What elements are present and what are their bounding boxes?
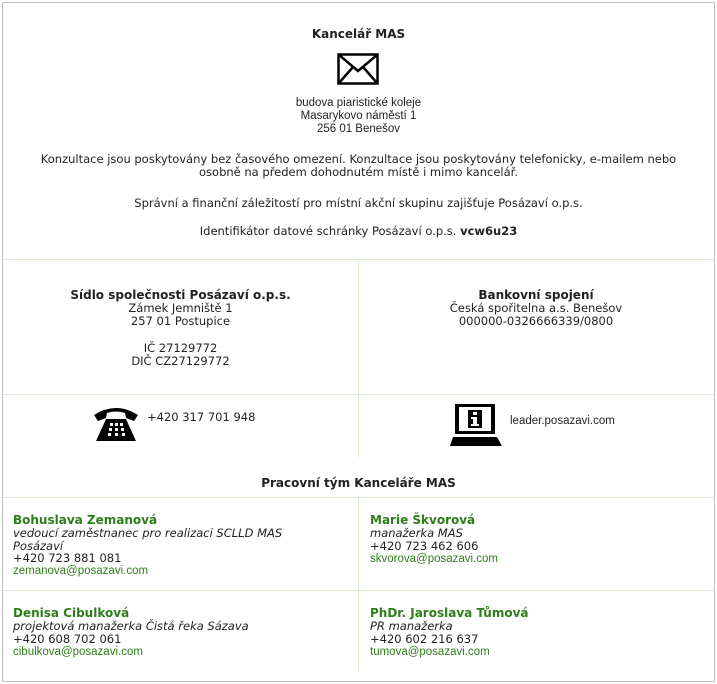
member-role: projektová manažerka Čistá řeka Sázava [13,619,249,633]
office-address: budova piaristické koleje Masarykovo nám… [0,97,717,136]
team-member: Bohuslava Zemanová vedoucí zaměstnanec p… [13,513,282,578]
member-name: PhDr. Jaroslava Tůmová [370,606,529,620]
member-role: PR manažerka [370,619,453,633]
divider [358,395,359,457]
member-email-link[interactable]: cibulkova@posazavi.com [13,646,249,659]
member-email-link[interactable]: skvorova@posazavi.com [370,553,498,566]
divider [358,498,359,589]
team-member: Denisa Cibulková projektová manažerka Či… [13,606,249,659]
telephone-icon [92,403,140,443]
seat-title: Sídlo společnosti Posázaví o.p.s. [70,288,291,302]
team-title: Pracovní tým Kanceláře MAS [261,476,456,490]
member-role: vedoucí zaměstnanec pro realizaci SCLLD … [13,526,283,540]
data-box-label: Identifikátor datové schránky Posázaví o… [199,224,457,238]
divider [358,591,359,671]
team-member: Marie Škvorová manažerka MAS +420 723 46… [370,513,498,566]
member-name: Bohuslava Zemanová [13,513,158,527]
admin-note: Správní a finanční záležitostí pro místn… [134,196,583,210]
seat-city: 257 01 Postupice [130,314,231,328]
member-email-link[interactable]: tumova@posazavi.com [370,646,529,659]
member-email-link[interactable]: zemanova@posazavi.com [13,565,282,578]
seat-dic: DIČ CZ27129772 [131,354,230,368]
data-box-line: Identifikátor datové schránky Posázaví o… [0,225,717,238]
member-phone: +420 608 702 061 [13,631,122,646]
info-computer-icon [449,403,503,447]
website-link[interactable]: leader.posazavi.com [510,414,615,428]
member-phone: +420 723 881 081 [13,551,122,565]
consultation-note: Konzultace jsou poskytovány bez časového… [0,153,717,179]
office-phone: +420 317 701 948 [147,410,256,424]
bank-account: 000000-0326666339/0800 [458,314,614,328]
bank-section: Bankovní spojení Česká spořitelna a.s. B… [359,288,713,328]
envelope-icon [337,53,379,85]
address-line: Masarykovo náměstí 1 [300,110,417,122]
member-name: Denisa Cibulková [13,606,130,620]
address-line: budova piaristické koleje [295,97,422,109]
seat-section: Sídlo společnosti Posázaví o.p.s. Zámek … [3,288,358,368]
member-role: manažerka MAS [370,526,463,540]
data-box-id: vcw6u23 [460,224,518,238]
address-line: 256 01 Benešov [316,123,401,135]
member-phone: +420 723 462 606 [370,538,479,553]
member-phone: +420 602 216 637 [370,631,479,646]
bank-title: Bankovní spojení [478,288,594,302]
office-title: Kancelář MAS [311,27,406,41]
member-name: Marie Škvorová [370,513,476,527]
team-member: PhDr. Jaroslava Tůmová PR manažerka +420… [370,606,529,659]
consultation-line: osobně na předem dohodnutém místě i mimo… [199,165,518,179]
